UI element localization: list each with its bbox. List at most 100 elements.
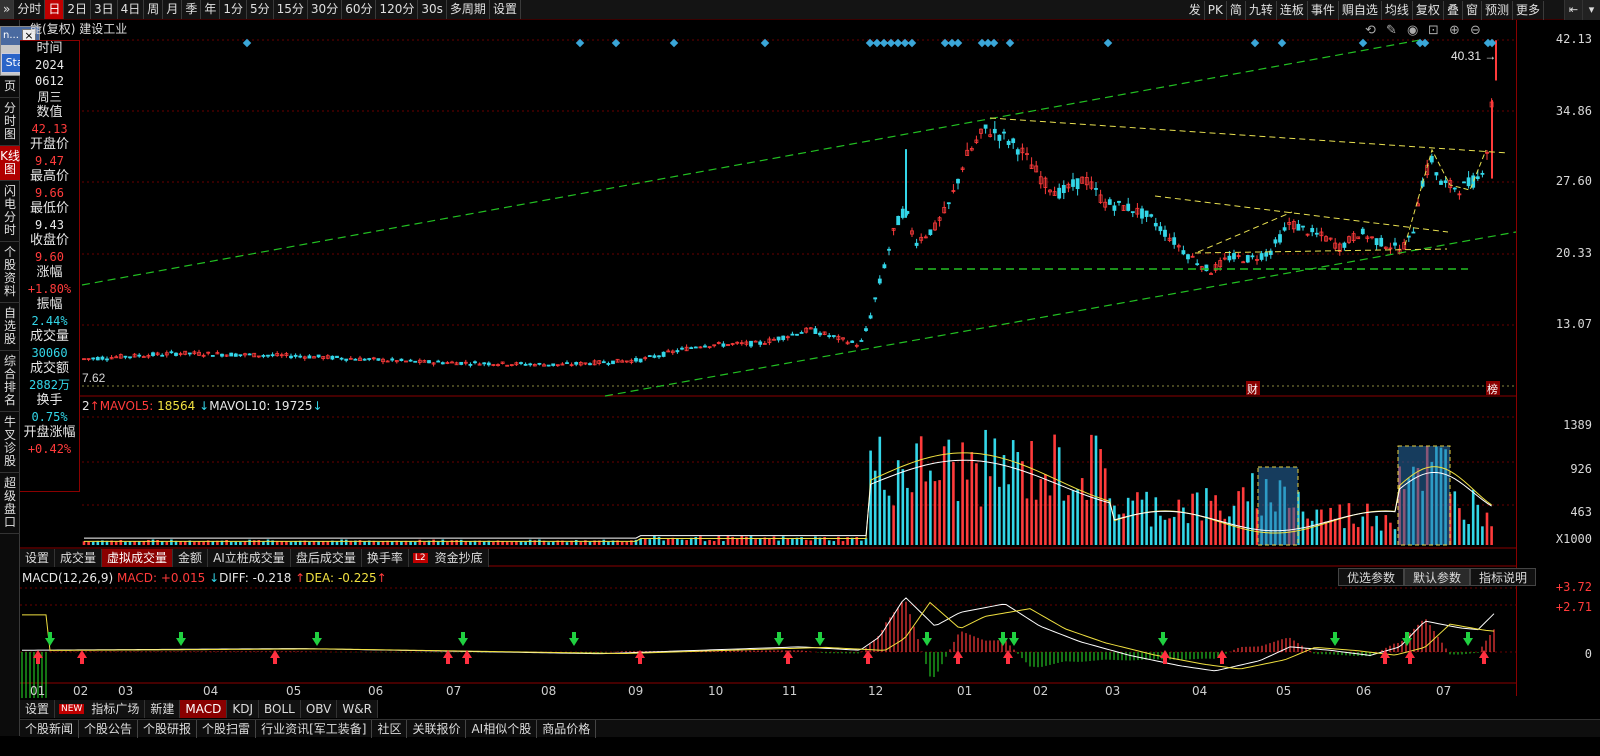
news-tab[interactable]: AI相似个股 — [466, 720, 538, 738]
indicator-tab[interactable]: W&R — [337, 700, 378, 718]
window-controls: ⇤ ▾ — [1564, 0, 1600, 20]
macd-param-button[interactable]: 默认参数 — [1403, 568, 1470, 586]
volume-tab[interactable]: 换手率 — [362, 549, 409, 567]
candle-body — [1057, 187, 1062, 199]
left-nav: 页分时图 K线图 闪电分时 个股资料 自选股 综合排名 牛叉诊股 超级盘口 — [0, 20, 20, 736]
period-tab[interactable]: 5分 — [247, 0, 274, 19]
indicator-tab[interactable]: BOLL — [259, 700, 301, 718]
candle-body — [408, 359, 413, 362]
tool-button[interactable]: 发 — [1186, 0, 1205, 20]
period-tab[interactable]: 季 — [182, 0, 202, 19]
news-tab[interactable]: 个股研报 — [138, 720, 198, 738]
volume-tab[interactable]: 成交量 — [55, 549, 103, 567]
volume-tab[interactable]: 虚拟成交量 — [102, 549, 174, 567]
candle-body — [799, 332, 804, 334]
info-value: 2024 — [35, 58, 64, 72]
tool-button[interactable]: PK — [1205, 0, 1227, 20]
zoom-out-icon[interactable]: ⊖ — [1470, 23, 1481, 38]
news-tab[interactable]: 行业资讯[军工装备] — [256, 720, 373, 738]
tool-button[interactable]: 赒自选 — [1339, 0, 1382, 20]
tool-button[interactable]: 预测 — [1482, 0, 1513, 20]
dropdown-icon[interactable]: ▾ — [1582, 0, 1600, 20]
macd-param-button[interactable]: 优选参数 — [1337, 568, 1404, 586]
volume-bar — [620, 541, 624, 545]
candle-body — [896, 215, 901, 226]
eye-icon[interactable]: ◉ — [1407, 23, 1418, 38]
volume-bar — [984, 429, 987, 545]
news-tab[interactable]: 社区 — [372, 720, 408, 738]
period-tab[interactable]: 设置 — [490, 0, 521, 19]
tool-button[interactable]: 复权 — [1413, 0, 1444, 20]
news-tab[interactable]: 商品价格 — [537, 720, 597, 738]
nav-item[interactable]: K线图 — [0, 146, 20, 181]
candle-body — [137, 354, 142, 357]
info-value: 9.47 — [35, 154, 64, 168]
nav-item[interactable]: 闪电分时 — [0, 181, 20, 242]
indicator-tab[interactable]: 新建 — [145, 700, 181, 718]
indicator-tab[interactable]: 设置 — [20, 700, 56, 718]
candle-body — [1462, 181, 1466, 184]
nav-item[interactable]: 综合排名 — [0, 351, 20, 412]
period-tab[interactable]: 多周期 — [447, 0, 490, 19]
volume-bar — [740, 536, 744, 545]
news-tab[interactable]: 个股扫雷 — [197, 720, 257, 738]
volume-tab[interactable]: AI立桩成交量 — [208, 549, 291, 567]
volume-tab[interactable]: 资金抄底 — [430, 549, 489, 567]
candle-body — [1374, 238, 1379, 246]
tool-button[interactable]: 九转 — [1246, 0, 1277, 20]
candle-body — [1186, 254, 1190, 260]
period-tab[interactable]: 2日 — [64, 0, 92, 19]
rotate-icon[interactable]: ⟲ — [1365, 23, 1376, 38]
restore-icon[interactable]: ⇤ — [1564, 0, 1582, 20]
nav-item[interactable]: 牛叉诊股 — [0, 412, 20, 473]
collapse-icon[interactable]: » — [0, 0, 15, 19]
period-tab[interactable]: 周 — [144, 0, 164, 19]
kline-chart[interactable]: 7.62 40.31 → 财 榜 ⟲ ✎ ◉ ⊡ ⊕ ⊖ — [0, 0, 1600, 756]
indicator-tab[interactable]: 指标广场 — [86, 700, 146, 718]
period-tab[interactable]: 60分 — [342, 0, 377, 19]
tool-button[interactable]: 连板 — [1277, 0, 1308, 20]
volume-tab[interactable]: 设置 — [20, 549, 56, 567]
macd-param-button[interactable]: 指标说明 — [1469, 568, 1536, 586]
news-tab[interactable]: 关联报价 — [407, 720, 467, 738]
period-tab[interactable]: 月 — [163, 0, 183, 19]
nav-item[interactable]: 个股资料 — [0, 242, 20, 303]
zoom-in-icon[interactable]: ⊕ — [1449, 23, 1460, 38]
period-tab[interactable]: 分时 — [14, 0, 46, 19]
period-tab[interactable]: 3日 — [91, 0, 118, 19]
tool-button[interactable]: 窗 — [1463, 0, 1482, 20]
period-tab[interactable]: 1分 — [220, 0, 247, 19]
period-tab[interactable]: 120分 — [376, 0, 419, 19]
tool-button[interactable]: 简 — [1227, 0, 1246, 20]
indicator-tab[interactable]: KDJ — [227, 700, 260, 718]
volume-bar — [837, 536, 840, 545]
indicator-tab[interactable]: MACD — [180, 700, 228, 718]
news-tab[interactable]: 个股新闻 — [20, 720, 80, 738]
period-tab[interactable]: 4日 — [118, 0, 145, 19]
period-tab[interactable]: 30分 — [308, 0, 343, 19]
candle-body — [859, 340, 864, 342]
pen-icon[interactable]: ✎ — [1386, 23, 1397, 38]
tool-button[interactable]: 事件 — [1308, 0, 1339, 20]
period-tab[interactable]: 15分 — [274, 0, 308, 19]
volume-bar — [666, 538, 670, 545]
tool-button[interactable]: 叠 — [1444, 0, 1463, 20]
period-tab[interactable]: 30s — [418, 0, 447, 19]
price-axis-label: 27.60 — [1555, 174, 1592, 188]
nav-item[interactable]: 分时图 — [0, 98, 20, 146]
news-tab[interactable]: 个股公告 — [79, 720, 139, 738]
info-value: 30060 — [31, 346, 68, 360]
period-tab[interactable]: 年 — [201, 0, 221, 19]
volume-bar — [432, 539, 435, 545]
indicator-tab[interactable]: OBV — [301, 700, 338, 718]
nav-item[interactable]: 自选股 — [0, 303, 20, 351]
nav-item[interactable]: 页 — [0, 76, 20, 98]
tool-button[interactable]: 均线 — [1382, 0, 1413, 20]
volume-tab[interactable]: 盘后成交量 — [291, 549, 362, 567]
window-icon[interactable]: ⊡ — [1428, 23, 1439, 38]
volume-tab[interactable]: 金额 — [173, 549, 209, 567]
nav-item[interactable]: 超级盘口 — [0, 473, 20, 534]
candle-body — [813, 328, 818, 334]
period-tab[interactable]: 日 — [45, 0, 65, 19]
tool-button[interactable]: 更多 — [1513, 0, 1544, 20]
